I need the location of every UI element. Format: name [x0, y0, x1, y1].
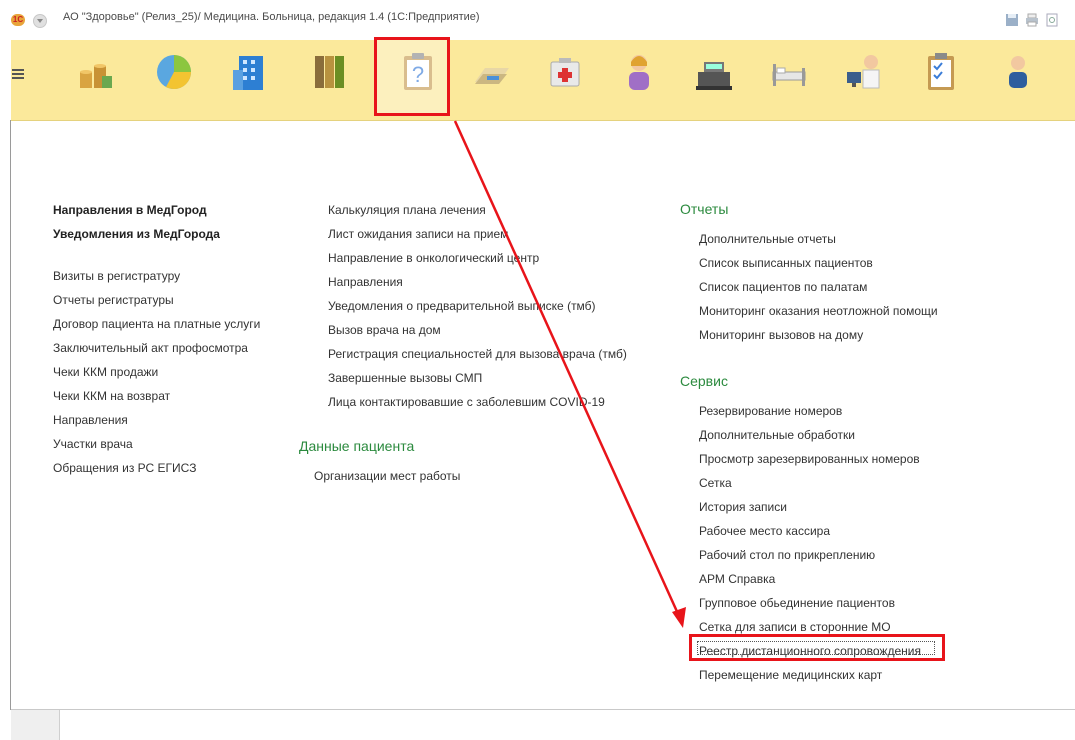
- col1-link[interactable]: Заключительный акт профосмотра: [53, 341, 248, 355]
- service-link[interactable]: Рабочий стол по прикреплению: [699, 548, 875, 562]
- col2-link[interactable]: Завершенные вызовы СМП: [328, 371, 482, 385]
- col1-link[interactable]: Отчеты регистратуры: [53, 293, 174, 307]
- col2-link[interactable]: Лица контактировавшие с заболевшим COVID…: [328, 395, 605, 409]
- report-link[interactable]: Мониторинг оказания неотложной помощи: [699, 304, 938, 318]
- 1c-logo: 1С: [11, 14, 25, 26]
- col1-link[interactable]: Визиты в регистратуру: [53, 269, 180, 283]
- service-link[interactable]: История записи: [699, 500, 787, 514]
- service-group-title: Сервис: [680, 373, 728, 389]
- service-link[interactable]: Сетка для записи в сторонние МО: [699, 620, 891, 634]
- col2-link[interactable]: Лист ожидания записи на прием: [328, 227, 508, 241]
- window-title: АО "Здоровье" (Релиз_25)/ Медицина. Боль…: [63, 11, 480, 23]
- highlight-box: [689, 634, 945, 661]
- col2-link[interactable]: Калькуляция плана лечения: [328, 203, 486, 217]
- folders-icon[interactable]: [307, 50, 351, 94]
- service-link[interactable]: Перемещение медицинских карт: [699, 668, 882, 682]
- service-link[interactable]: АРМ Справка: [699, 572, 775, 586]
- bottom-divider: [11, 709, 1075, 710]
- report-link[interactable]: Мониторинг вызовов на дому: [699, 328, 863, 342]
- title-bar: 1С АО "Здоровье" (Релиз_25)/ Медицина. Б…: [0, 0, 1075, 40]
- patient-data-group-title: Данные пациента: [299, 438, 415, 454]
- col1-link[interactable]: Чеки ККМ на возврат: [53, 389, 170, 403]
- preview-icon[interactable]: [1045, 13, 1059, 27]
- sections-panel: ?: [11, 40, 1075, 121]
- save-icon[interactable]: [1005, 13, 1019, 27]
- hospital-bed-icon[interactable]: [767, 50, 811, 94]
- money-icon[interactable]: [74, 50, 118, 94]
- service-link[interactable]: Дополнительные обработки: [699, 428, 855, 442]
- col2-link[interactable]: Направление в онкологический центр: [328, 251, 539, 265]
- service-link[interactable]: Рабочее место кассира: [699, 524, 830, 538]
- person-icon[interactable]: [996, 50, 1040, 94]
- bottom-panel: [11, 710, 60, 740]
- reports-group-title: Отчеты: [680, 201, 729, 217]
- service-link[interactable]: Резервирование номеров: [699, 404, 842, 418]
- col1-link[interactable]: Направления: [53, 413, 128, 427]
- col1-link[interactable]: Обращения из РС ЕГИСЗ: [53, 461, 196, 475]
- report-link[interactable]: Дополнительные отчеты: [699, 232, 836, 246]
- col1-link[interactable]: Договор пациента на платные услуги: [53, 317, 260, 331]
- doctor-folder-icon[interactable]: [469, 50, 513, 94]
- checklist-icon[interactable]: [919, 50, 963, 94]
- service-link[interactable]: Групповое обьединение пациентов: [699, 596, 895, 610]
- link-mg-notifications[interactable]: Уведомления из МедГорода: [53, 227, 220, 241]
- menu-icon[interactable]: [12, 69, 24, 79]
- building-icon[interactable]: [229, 50, 273, 94]
- print-icon[interactable]: [1025, 13, 1039, 27]
- col2-link[interactable]: Регистрация специальностей для вызова вр…: [328, 347, 627, 361]
- col2-link[interactable]: Направления: [328, 275, 403, 289]
- service-link[interactable]: Сетка: [699, 476, 732, 490]
- main-menu-button[interactable]: [33, 14, 47, 28]
- doctor-pc-icon[interactable]: [843, 50, 887, 94]
- col1-link[interactable]: Чеки ККМ продажи: [53, 365, 158, 379]
- active-section-highlight: [374, 37, 450, 116]
- col2-link[interactable]: Уведомления о предварительной выписке (т…: [328, 299, 596, 313]
- col1-link[interactable]: Участки врача: [53, 437, 133, 451]
- service-link[interactable]: Просмотр зарезервированных номеров: [699, 452, 920, 466]
- report-link[interactable]: Список пациентов по палатам: [699, 280, 867, 294]
- col2-link[interactable]: Организации мест работы: [314, 469, 460, 483]
- pie-chart-icon[interactable]: [152, 50, 196, 94]
- cash-register-icon[interactable]: [692, 50, 736, 94]
- first-aid-icon[interactable]: [543, 50, 587, 94]
- left-border: [10, 120, 11, 710]
- patient-icon[interactable]: [617, 50, 661, 94]
- link-mg-directions[interactable]: Направления в МедГород: [53, 203, 207, 217]
- report-link[interactable]: Список выписанных пациентов: [699, 256, 873, 270]
- col2-link[interactable]: Вызов врача на дом: [328, 323, 441, 337]
